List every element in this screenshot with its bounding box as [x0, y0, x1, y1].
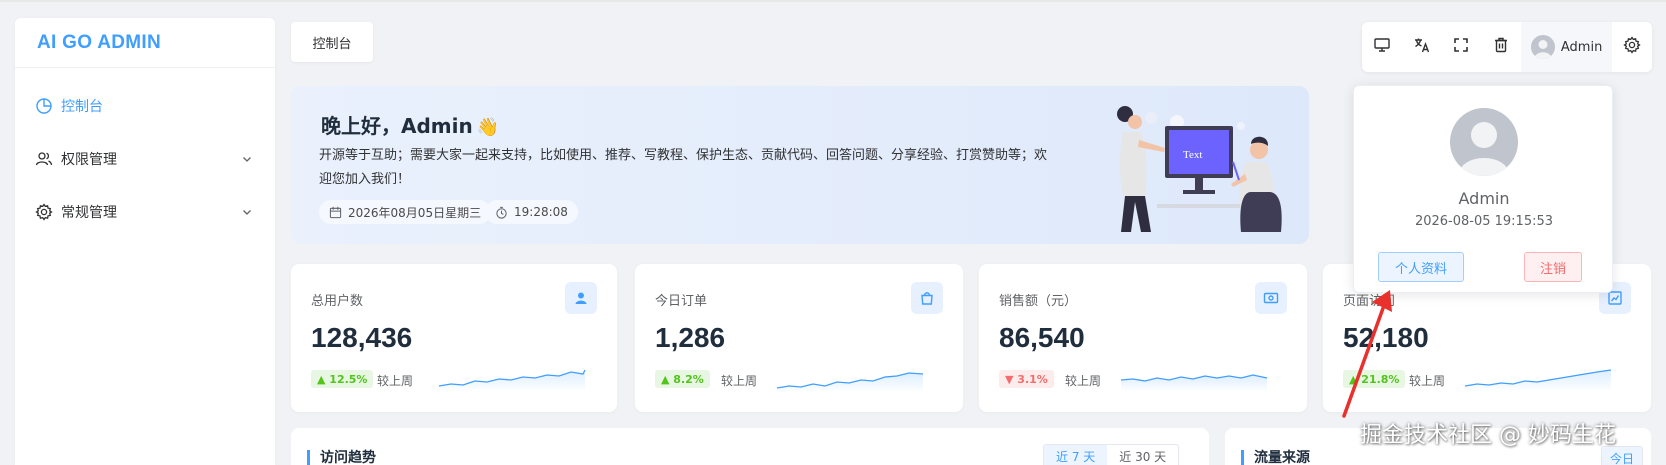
sidebar: AI GO ADMIN 控制台 权限管理 常规管理: [15, 18, 275, 465]
stat-change-badge: ▼ 3.1%: [999, 370, 1054, 388]
stat-card-orders: 今日订单 1,286 ▲ 8.2% 较上周: [635, 264, 963, 412]
greeting-title: 晚上好，Admin 👋: [321, 110, 499, 139]
stat-title: 总用户数: [311, 294, 364, 309]
popover-login-time: 2026-08-05 19:15:53: [1414, 214, 1554, 229]
sidebar-item-label: 权限管理: [61, 152, 117, 168]
shopping-bag-icon: [911, 282, 943, 314]
avatar: [1450, 108, 1518, 176]
stat-value: 1,286: [655, 322, 726, 353]
watermark-text: 掘金技术社区 @ 妙码生花: [1360, 423, 1616, 448]
gear-icon: [1623, 36, 1641, 58]
panel-title: 流量来源: [1241, 450, 1310, 465]
range-30-days[interactable]: 近 30 天: [1107, 445, 1178, 465]
stat-change: 8.2%: [673, 372, 704, 386]
stopwatch-icon: [496, 206, 507, 219]
pie-chart-icon: [35, 97, 53, 115]
profile-button[interactable]: 个人资料: [1378, 252, 1464, 282]
stat-value: 86,540: [999, 322, 1085, 353]
stat-change: 21.8%: [1361, 372, 1400, 386]
monitor-icon: [1373, 36, 1391, 58]
calendar-icon: [329, 206, 342, 218]
users-icon: [35, 150, 53, 168]
stat-value: 128,436: [311, 322, 413, 353]
app-logo[interactable]: AI GO ADMIN: [15, 18, 275, 68]
illustration-screen-text: Text: [1183, 149, 1202, 161]
clear-cache-button[interactable]: [1481, 22, 1521, 72]
sidebar-item-permissions[interactable]: 权限管理: [15, 139, 275, 179]
stat-compare: 较上周: [1065, 374, 1102, 388]
user-name: Admin: [1560, 39, 1603, 55]
sidebar-item-general[interactable]: 常规管理: [15, 192, 275, 232]
fullscreen-icon: [1452, 36, 1470, 58]
stat-card-users: 总用户数 128,436 ▲ 12.5% 较上周: [291, 264, 617, 412]
banner-illustration: Text: [1117, 106, 1282, 232]
avatar: [1530, 35, 1555, 59]
time-text: 19:28:08: [514, 205, 568, 219]
translate-icon: [1413, 36, 1431, 58]
stat-change: 3.1%: [1017, 372, 1048, 386]
date-text: 2026年08月05日星期三: [348, 205, 482, 220]
chevron-down-icon: [241, 206, 253, 218]
trash-icon: [1492, 36, 1510, 58]
range-switch: 近 7 天 近 30 天: [1043, 444, 1180, 465]
tab-dashboard[interactable]: 控制台: [291, 22, 373, 62]
stat-title: 今日订单: [655, 294, 708, 309]
caret-down-icon: ▼: [1005, 372, 1018, 386]
fullscreen-button[interactable]: [1441, 22, 1481, 72]
wave-emoji: 👋: [476, 117, 500, 138]
stat-change: 12.5%: [329, 372, 368, 386]
stat-card-sales: 销售额（元） 86,540 ▼ 3.1% 较上周: [979, 264, 1307, 412]
sidebar-item-label: 常规管理: [61, 205, 117, 221]
range-7-days[interactable]: 近 7 天: [1044, 445, 1108, 465]
settings-button[interactable]: [1612, 22, 1652, 72]
date-pill: 2026年08月05日星期三: [319, 200, 492, 224]
stat-sparkline: [438, 369, 586, 392]
caret-up-icon: ▲: [661, 372, 674, 386]
stat-compare: 较上周: [721, 374, 758, 388]
visit-trend-panel: 访问趋势 近 7 天 近 30 天: [291, 428, 1209, 465]
monitor-button[interactable]: [1362, 22, 1402, 72]
caret-up-icon: ▲: [1349, 372, 1362, 386]
stat-change-badge: ▲ 8.2%: [655, 370, 710, 388]
stat-compare: 较上周: [1409, 374, 1446, 388]
user-popover: Admin 2026-08-05 19:15:53 个人资料 注销: [1353, 85, 1613, 293]
user-icon: [565, 282, 597, 314]
stat-sparkline: [1120, 374, 1268, 392]
logout-button[interactable]: 注销: [1524, 252, 1582, 282]
stat-change-badge: ▲ 12.5%: [311, 370, 374, 388]
user-menu-trigger[interactable]: Admin: [1520, 22, 1613, 72]
header-toolbar: Admin: [1362, 22, 1652, 72]
caret-up-icon: ▲: [317, 372, 330, 386]
stat-value: 52,180: [1343, 322, 1429, 353]
welcome-banner: 晚上好，Admin 👋 开源等于互助；需要大家一起来支持，比如使用、推荐、写教程、…: [291, 86, 1309, 244]
stat-sparkline: [1464, 369, 1612, 392]
stat-compare: 较上周: [377, 374, 414, 388]
gear-icon: [35, 203, 53, 221]
money-icon: [1255, 282, 1287, 314]
popover-user-name: Admin: [1458, 189, 1510, 208]
time-pill: 19:28:08: [485, 200, 578, 224]
sidebar-item-dashboard[interactable]: 控制台: [15, 86, 275, 126]
stat-sparkline: [776, 372, 924, 392]
greeting-text: 晚上好，Admin: [321, 114, 473, 138]
panel-title: 访问趋势: [307, 450, 376, 465]
stat-change-badge: ▲ 21.8%: [1343, 370, 1406, 388]
top-border: [0, 0, 1666, 2]
range-today[interactable]: 今日: [1602, 447, 1643, 465]
stat-title: 销售额（元）: [999, 294, 1078, 309]
banner-description: 开源等于互助；需要大家一起来支持，比如使用、推荐、写教程、保护生态、贡献代码、回…: [319, 148, 1048, 187]
translate-button[interactable]: [1402, 22, 1442, 72]
chevron-down-icon: [241, 153, 253, 165]
sidebar-item-label: 控制台: [61, 99, 103, 115]
